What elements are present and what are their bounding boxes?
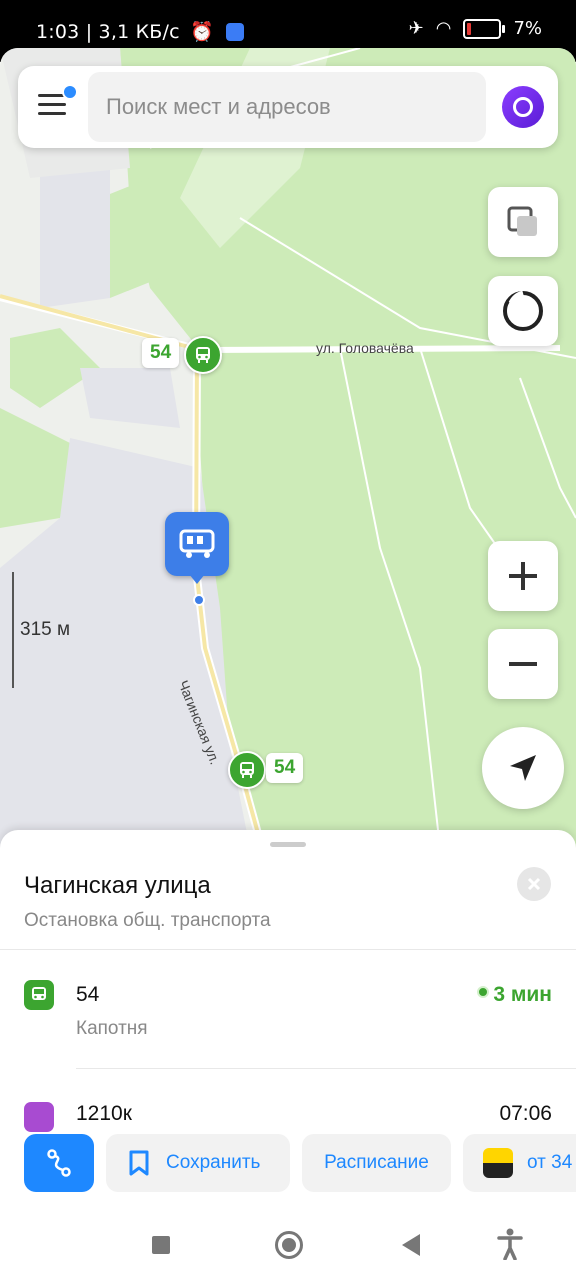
plus-icon: [509, 562, 537, 590]
map-view[interactable]: ул. Головачёва Чагинская ул. 54 54: [0, 48, 576, 848]
bus-stop-marker-top[interactable]: [184, 336, 222, 374]
selected-stop-marker[interactable]: [165, 512, 229, 576]
save-label: Сохранить: [166, 1152, 261, 1173]
search-bar: [18, 66, 558, 148]
divider: [76, 1068, 576, 1069]
stop-title: Чагинская улица: [24, 872, 211, 899]
tram-icon: [179, 529, 215, 558]
notification-dot: [62, 84, 78, 100]
bus-route-icon: [24, 980, 54, 1010]
zoom-in-button[interactable]: [488, 541, 558, 611]
route-arrival-time: 07:06: [499, 1102, 552, 1125]
stop-info-sheet: Чагинская улица Остановка общ. транспорт…: [0, 830, 576, 1280]
map-canvas: [0, 48, 576, 848]
save-button[interactable]: Сохранить: [106, 1134, 290, 1192]
alice-voice-icon[interactable]: [502, 86, 544, 128]
route-time-text: 3 мин: [493, 983, 552, 1006]
accessibility-icon[interactable]: [497, 1228, 523, 1261]
route-label-bottom[interactable]: 54: [266, 753, 304, 783]
bus-stop-marker-bottom[interactable]: [228, 751, 266, 789]
route-row[interactable]: 1210к 07:06: [0, 1098, 576, 1138]
system-nav-bar: [0, 1214, 576, 1280]
bus-icon: [196, 347, 210, 363]
layers-button[interactable]: [488, 187, 558, 257]
action-bar: Сохранить Расписание от 34: [0, 1134, 576, 1194]
divider: [0, 949, 576, 950]
route-icon: [47, 1149, 71, 1177]
marker-dot: [193, 594, 205, 606]
back-button[interactable]: [402, 1234, 420, 1256]
route-number: 1210к: [76, 1102, 132, 1125]
compass-button[interactable]: [488, 276, 558, 346]
taxi-price: от 34: [527, 1152, 573, 1173]
close-icon: [527, 877, 541, 891]
recent-apps-button[interactable]: [152, 1236, 170, 1254]
layers-icon: [507, 206, 537, 236]
battery-percent: 7%: [513, 18, 542, 39]
route-label-top[interactable]: 54: [142, 338, 180, 368]
bus-icon: [240, 762, 254, 778]
marker-pointer: [189, 574, 205, 584]
scale-bar: [12, 572, 14, 688]
compass-icon: [503, 290, 543, 331]
schedule-label: Расписание: [324, 1152, 429, 1173]
taxi-icon: [483, 1148, 513, 1178]
scale-label: 315 м: [20, 619, 71, 640]
bus-icon: [32, 987, 46, 1000]
navigation-arrow-icon: [510, 755, 536, 781]
close-button[interactable]: [517, 867, 551, 901]
bookmark-icon: [129, 1150, 149, 1176]
route-destination: Капотня: [76, 1018, 148, 1039]
airplane-icon: ✈: [408, 18, 424, 39]
route-arrival-time: 3 мин: [477, 983, 552, 1007]
route-row[interactable]: 54 Капотня 3 мин: [0, 980, 576, 1060]
status-left: 1:03 | 3,1 КБ/с ⏰: [36, 20, 245, 43]
settings-icon: [226, 23, 245, 41]
alarm-icon: ⏰: [190, 21, 214, 43]
minus-icon: [509, 662, 537, 666]
status-right: ✈ ◠ 7%: [409, 18, 542, 39]
menu-icon[interactable]: [38, 94, 66, 120]
sheet-drag-handle[interactable]: [270, 842, 306, 847]
street-label-golovacheva: ул. Головачёва: [316, 340, 414, 356]
route-button[interactable]: [24, 1134, 94, 1192]
home-button[interactable]: [275, 1231, 303, 1259]
live-dot-icon: [477, 986, 490, 998]
route-number: 54: [76, 983, 100, 1006]
route-icon-purple: [24, 1102, 54, 1132]
search-input[interactable]: [88, 72, 486, 142]
schedule-button[interactable]: Расписание: [302, 1134, 451, 1192]
battery-icon: [463, 18, 506, 39]
stop-subtitle: Остановка общ. транспорта: [24, 910, 271, 931]
taxi-button[interactable]: от 34: [463, 1134, 576, 1192]
status-time-speed: 1:03 | 3,1 КБ/с: [36, 21, 180, 43]
wifi-icon: ◠: [435, 18, 452, 39]
my-location-button[interactable]: [482, 727, 564, 809]
zoom-out-button[interactable]: [488, 629, 558, 699]
